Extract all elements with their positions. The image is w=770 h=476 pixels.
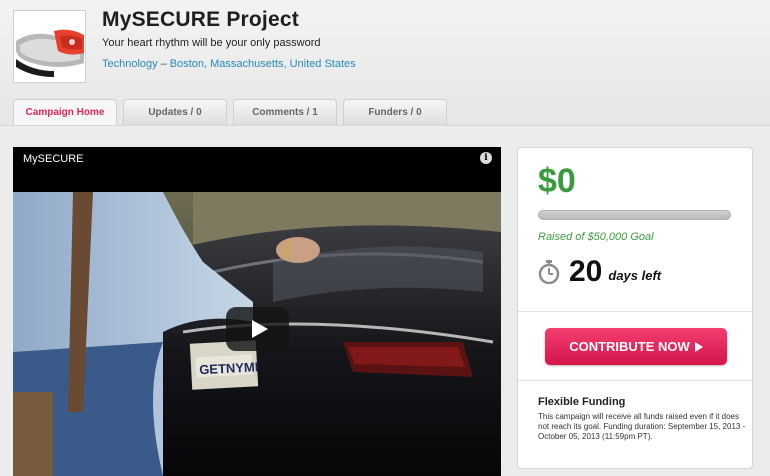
tab-campaign-home[interactable]: Campaign Home [13, 99, 117, 125]
flexible-funding-title: Flexible Funding [538, 396, 626, 408]
project-header: MySECURE Project Your heart rhythm will … [0, 0, 770, 125]
days-left: 20 days left [538, 255, 661, 289]
category-link[interactable]: Technology [102, 58, 158, 70]
divider [518, 380, 752, 381]
license-plate-text: GETNYMI [199, 359, 259, 377]
project-meta: Technology – Boston, Massachusetts, United… [102, 58, 356, 70]
tab-updates[interactable]: Updates / 0 [123, 99, 227, 125]
info-icon[interactable]: i [480, 152, 492, 164]
amount-raised: $0 [538, 162, 576, 200]
goal-text: Raised of $50,000 Goal [538, 231, 654, 243]
funding-card: $0 Raised of $50,000 Goal 20 days left C… [517, 147, 753, 469]
stopwatch-icon [538, 260, 560, 284]
arrow-right-icon [694, 341, 703, 352]
contribute-now-button[interactable]: CONTRIBUTE NOW [545, 328, 727, 365]
video-title: MySECURE [23, 153, 84, 165]
days-left-count: 20 [569, 255, 603, 288]
meta-separator: – [160, 58, 167, 70]
location-link[interactable]: Boston, Massachusetts, United States [170, 58, 356, 70]
contribute-label: CONTRIBUTE NOW [569, 339, 690, 354]
tab-comments[interactable]: Comments / 1 [233, 99, 337, 125]
flexible-funding-text: This campaign will receive all funds rai… [538, 412, 746, 441]
project-tagline: Your heart rhythm will be your only pass… [102, 37, 321, 49]
play-icon [251, 320, 268, 338]
project-title: MySECURE Project [102, 8, 299, 31]
divider [518, 311, 752, 312]
video-player[interactable]: MySECURE i GETNYMI [13, 147, 501, 476]
campaign-tabs: Campaign Home Updates / 0 Comments / 1 F… [13, 99, 447, 125]
play-button[interactable] [226, 307, 289, 351]
days-left-label: days left [608, 267, 662, 283]
funding-progress-bar [538, 210, 731, 220]
project-thumbnail[interactable] [13, 10, 86, 83]
tab-funders[interactable]: Funders / 0 [343, 99, 447, 125]
